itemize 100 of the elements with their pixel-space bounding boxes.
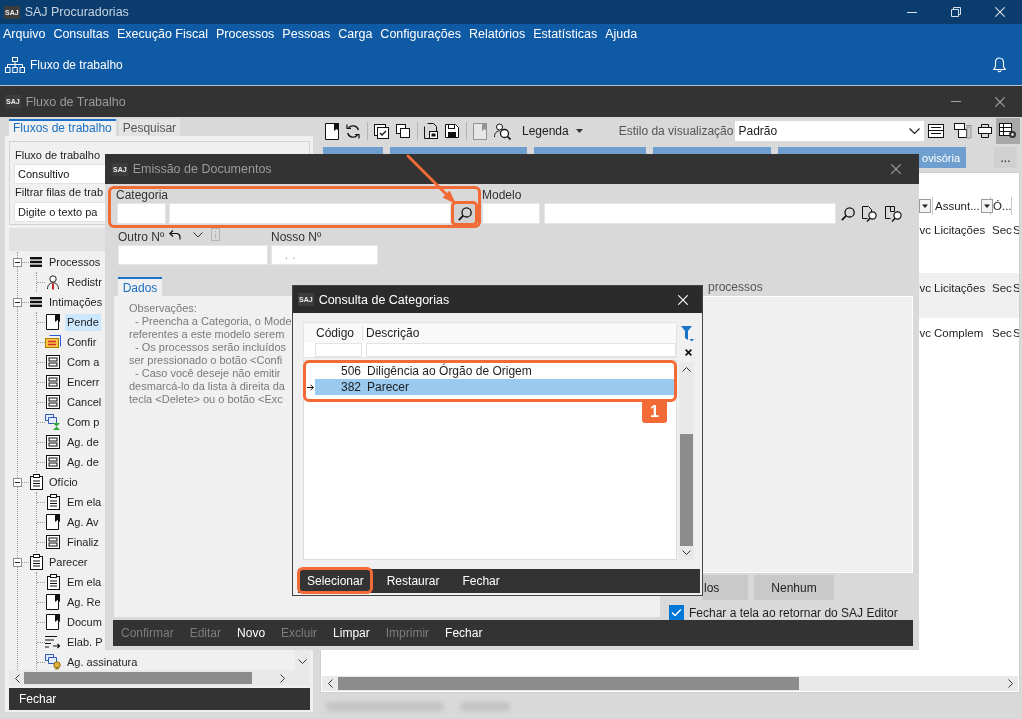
clear-icon[interactable]	[685, 349, 692, 356]
action-button[interactable]: Selecionar	[300, 571, 371, 591]
menu-item[interactable]: Consultas	[50, 27, 112, 41]
dropdown-icon[interactable]	[980, 199, 993, 213]
menu-item[interactable]: Estatísticas	[530, 27, 601, 41]
vertical-scrollbar[interactable]	[679, 362, 694, 560]
tree-item[interactable]: Docum	[65, 613, 104, 631]
save-icon[interactable]	[445, 124, 459, 138]
chevron-right-icon[interactable]	[280, 673, 285, 683]
view-toggle[interactable]	[996, 118, 1020, 144]
document-icon[interactable]	[325, 122, 339, 140]
tree-item[interactable]: Redistr	[65, 273, 104, 291]
scrollbar-thumb[interactable]	[338, 677, 799, 690]
scrollbar-thumb[interactable]	[680, 434, 693, 546]
tree-item[interactable]: Com a	[65, 353, 102, 371]
code-field[interactable]	[482, 203, 540, 224]
chevron-right-icon[interactable]	[1008, 679, 1013, 688]
menu-item[interactable]: Carga	[335, 27, 376, 41]
number-field[interactable]	[118, 245, 268, 265]
collapse-icon[interactable]	[13, 297, 22, 307]
restore-icon[interactable]	[951, 7, 961, 17]
filter-field[interactable]	[366, 343, 676, 357]
chevron-down-icon[interactable]	[298, 659, 307, 664]
chevron-left-icon[interactable]	[15, 673, 20, 683]
minimize-icon[interactable]	[907, 11, 917, 13]
info-icon	[211, 228, 221, 241]
bell-icon[interactable]	[993, 56, 1006, 73]
tree-item[interactable]: Ag. assinatura	[65, 653, 140, 670]
chevron-down-icon[interactable]	[193, 231, 204, 238]
search-icon[interactable]	[841, 206, 855, 221]
collapse-icon[interactable]	[13, 257, 22, 267]
close-button[interactable]: Fechar	[9, 688, 67, 710]
action-button[interactable]: Fechar	[455, 571, 507, 591]
tab[interactable]: Dados	[118, 277, 162, 296]
menu-item[interactable]: Configurações	[377, 27, 464, 41]
tree-item[interactable]: Intimações	[47, 293, 105, 311]
tree-item[interactable]: Confir	[65, 333, 99, 351]
copy-icon[interactable]	[396, 124, 410, 138]
ribbon-button[interactable]: Fluxo de trabalho	[5, 56, 123, 73]
tree-item[interactable]: Elab. P	[65, 633, 105, 651]
model-field[interactable]	[544, 203, 836, 224]
seal-icon	[45, 654, 61, 670]
filter-field[interactable]	[315, 343, 362, 357]
legend-dropdown[interactable]: Legenda	[522, 124, 583, 138]
horizontal-scrollbar[interactable]	[322, 676, 1018, 691]
document-search-icon[interactable]	[862, 205, 878, 222]
action-button[interactable]: Novo	[229, 623, 274, 643]
tree-item[interactable]: Ofício	[47, 473, 80, 491]
tree-item[interactable]: Processos	[47, 253, 103, 271]
chevron-up-icon[interactable]	[682, 367, 691, 372]
menu-item[interactable]: Ajuda	[602, 27, 641, 41]
document-box-icon[interactable]	[424, 123, 438, 139]
action-button[interactable]: Restaurar	[379, 571, 447, 591]
chevron-left-icon[interactable]	[328, 679, 333, 688]
tree-item[interactable]: Ag. Re	[65, 593, 103, 611]
undo-arrow-icon[interactable]	[169, 229, 182, 240]
chevron-down-icon[interactable]	[682, 550, 691, 555]
tree-item[interactable]: Cancel	[65, 393, 104, 411]
tree-item[interactable]: Encerr	[65, 373, 102, 391]
menu-item[interactable]: Processos	[213, 27, 278, 41]
tree-item[interactable]: Em ela	[65, 573, 104, 591]
checkbox[interactable]	[669, 605, 684, 620]
number-field[interactable]: . .	[271, 245, 378, 265]
menu-item[interactable]: Pessoas	[279, 27, 334, 41]
table-row[interactable]: 382 Parecer	[315, 379, 674, 395]
action-button[interactable]: Fechar	[437, 623, 491, 643]
action-button[interactable]: Limpar	[325, 623, 378, 643]
collapse-icon[interactable]	[13, 557, 22, 567]
tree-item[interactable]: Ag. Av	[65, 513, 101, 531]
code-field[interactable]	[117, 203, 166, 224]
tree-item[interactable]: Finaliz	[65, 533, 101, 551]
tab[interactable]: Fluxos de trabalho	[9, 119, 116, 136]
tree-item[interactable]: Ag. de	[65, 453, 101, 471]
clipboard-icon	[29, 554, 43, 570]
tree-item[interactable]: Em ela	[65, 493, 104, 511]
document-search-icon[interactable]	[885, 205, 903, 222]
menu-item[interactable]: Arquivo	[0, 27, 49, 41]
scrollbar-thumb[interactable]	[24, 672, 252, 684]
column-header[interactable]: Assunt...	[933, 197, 991, 215]
menu-item[interactable]: Relatórios	[465, 27, 529, 41]
list-button[interactable]: Nenhum	[754, 575, 834, 600]
tree-item[interactable]: Ag. de	[65, 433, 101, 451]
dropdown-icon[interactable]	[919, 199, 931, 213]
list-button[interactable]: los	[703, 575, 748, 600]
collapse-icon[interactable]	[13, 477, 22, 487]
tab[interactable]: Pesquisar	[118, 119, 181, 136]
checked-document-icon[interactable]	[374, 123, 389, 139]
view-style-dropdown[interactable]: Padrão	[735, 121, 924, 141]
person-search-icon[interactable]	[494, 122, 511, 140]
table-cell: vc	[919, 223, 931, 237]
list-icon	[30, 297, 42, 307]
tree-item[interactable]: Com p	[65, 413, 102, 431]
tree-item[interactable]: Parecer	[47, 553, 90, 571]
menu-item[interactable]: Execução Fiscal	[114, 27, 211, 41]
more-button[interactable]: ...	[994, 147, 1017, 168]
horizontal-scrollbar[interactable]	[9, 670, 310, 686]
category-field[interactable]	[169, 203, 451, 224]
tree-item[interactable]: Pende	[65, 313, 101, 331]
filter-icon[interactable]	[681, 326, 694, 342]
refresh-icon[interactable]	[346, 123, 360, 139]
